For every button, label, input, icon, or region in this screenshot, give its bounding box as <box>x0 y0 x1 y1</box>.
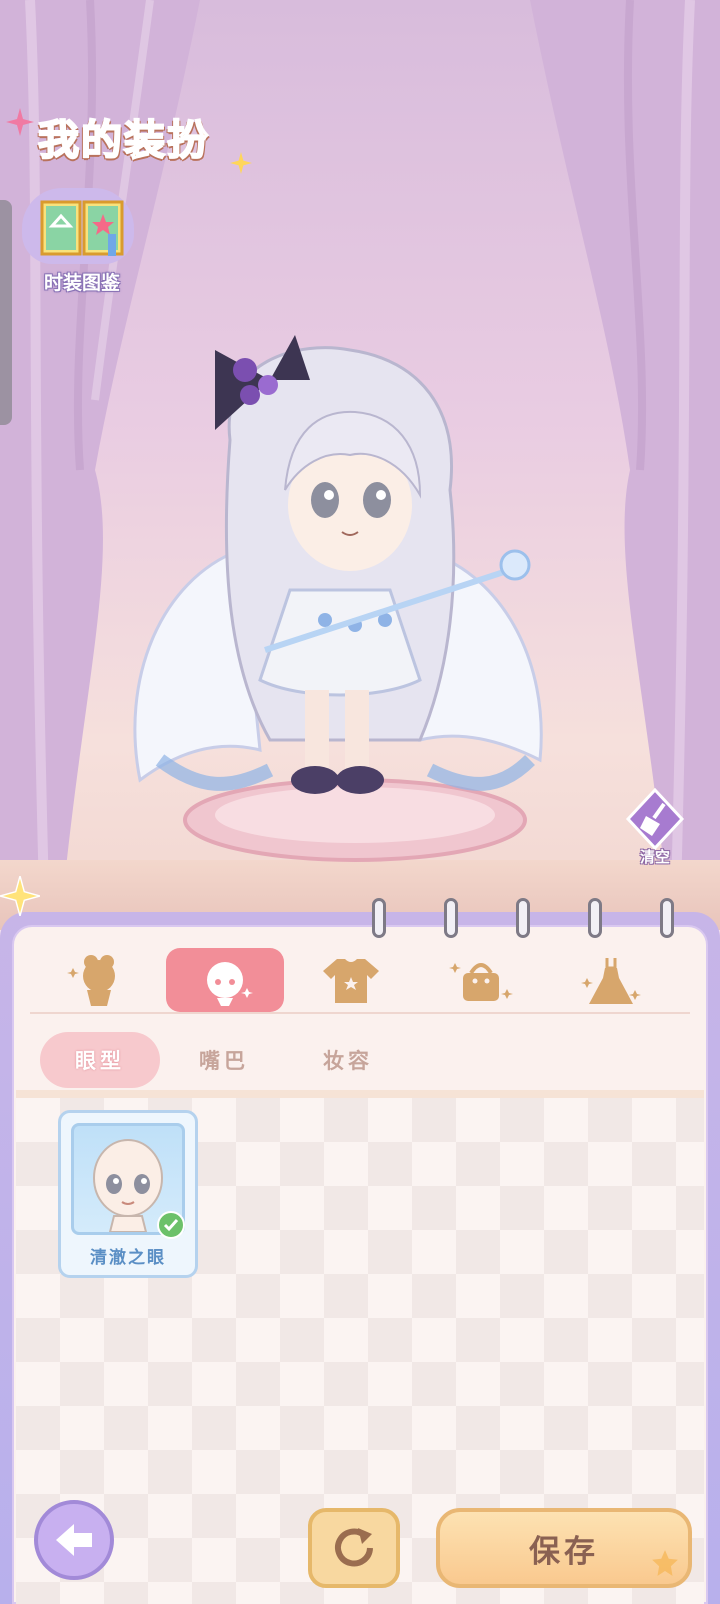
book-icon <box>40 200 124 256</box>
binder-ring <box>372 898 386 938</box>
fashion-album-button[interactable]: 时装图鉴 <box>22 188 140 300</box>
subtab-makeup[interactable]: 妆容 <box>288 1032 408 1088</box>
star-icon <box>652 1550 678 1576</box>
hair-silhouette-icon <box>67 955 115 1006</box>
selected-check-icon <box>157 1211 185 1239</box>
tab-face[interactable] <box>166 948 284 1012</box>
subtab-mouth[interactable]: 嘴巴 <box>164 1032 284 1088</box>
sub-category-tabs: 眼型 嘴巴 妆容 <box>40 1032 680 1088</box>
tabs-divider <box>30 1012 690 1014</box>
shirt-icon <box>323 959 379 1003</box>
save-button[interactable]: 保存 <box>436 1508 692 1588</box>
tab-clothes[interactable] <box>292 948 410 1012</box>
binder-ring <box>588 898 602 938</box>
sparkle-icon <box>230 152 252 174</box>
refresh-button[interactable] <box>308 1508 400 1588</box>
album-label: 时装图鉴 <box>43 272 120 294</box>
binder-ring <box>444 898 458 938</box>
sparkle-icon <box>0 876 40 916</box>
refresh-icon <box>335 1528 373 1567</box>
item-name: 清澈之眼 <box>90 1248 166 1268</box>
side-drawer-handle[interactable] <box>0 200 12 425</box>
tab-bag[interactable] <box>422 948 540 1012</box>
broom-icon <box>625 788 685 850</box>
tab-dress[interactable] <box>552 948 670 1012</box>
handbag-icon <box>449 963 513 1001</box>
dress-icon <box>581 958 641 1004</box>
subtab-eye-shape[interactable]: 眼型 <box>40 1032 160 1088</box>
clear-label: 清空 <box>639 848 670 866</box>
save-label: 保存 <box>529 1533 599 1570</box>
sparkle-icon <box>6 108 34 136</box>
arrow-left-icon <box>56 1524 92 1556</box>
tab-hair[interactable] <box>40 948 158 1012</box>
avatar-character <box>133 335 543 862</box>
item-card[interactable]: 清澈之眼 <box>58 1110 198 1278</box>
back-button[interactable] <box>34 1500 114 1580</box>
category-tabs <box>30 948 690 1012</box>
face-icon <box>207 962 253 1006</box>
binder-ring <box>516 898 530 938</box>
binder-ring <box>660 898 674 938</box>
subtabs-divider <box>16 1090 704 1098</box>
clear-outfit-button[interactable]: 清空 <box>620 788 690 868</box>
page-title: 我的装扮 <box>37 115 210 165</box>
